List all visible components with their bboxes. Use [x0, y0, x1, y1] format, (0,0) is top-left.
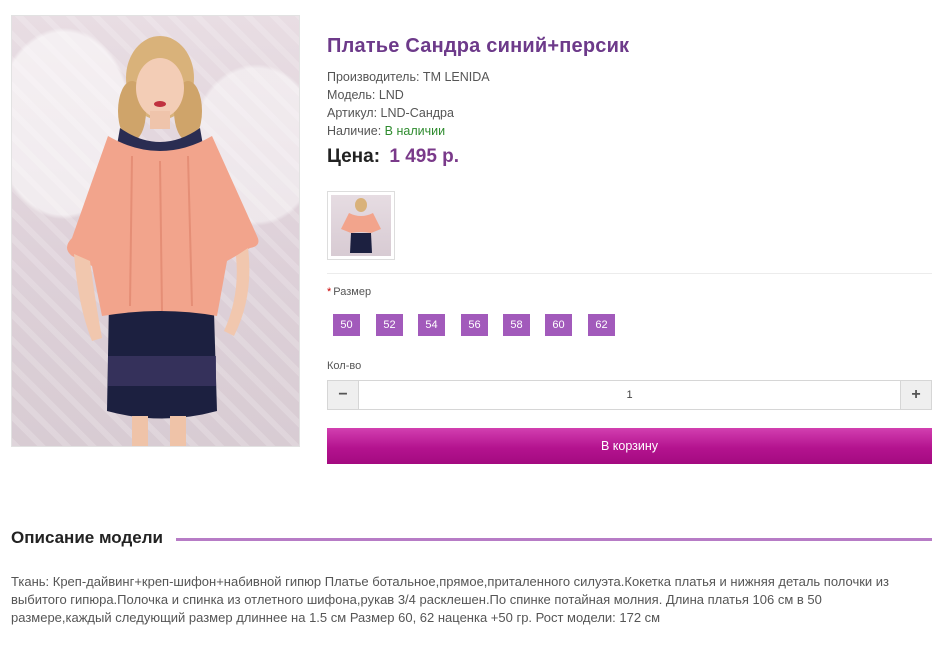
description-heading-rule: [176, 538, 932, 541]
size-label-text: Размер: [333, 286, 372, 298]
manufacturer-line: Производитель: ТМ LENIDA: [327, 70, 490, 84]
availability-line: Наличие: В наличии: [327, 122, 490, 140]
size-option-56[interactable]: 56: [461, 314, 488, 336]
model-in-dress-illustration: [67, 36, 259, 446]
thumbnail-image: [331, 195, 391, 256]
price-row: Цена: 1 495 р.: [327, 146, 459, 168]
article-line: Артикул: LND-Сандра: [327, 106, 454, 120]
quantity-decrease-button[interactable]: −: [328, 381, 359, 409]
product-title: Платье Сандра синий+персик: [327, 35, 630, 57]
model-line: Модель: LND: [327, 88, 404, 102]
product-thumbnail[interactable]: [327, 191, 395, 260]
size-option-52[interactable]: 52: [376, 314, 403, 336]
product-meta: Производитель: ТМ LENIDA Модель: LND Арт…: [327, 68, 490, 140]
size-label: * Размер: [327, 286, 371, 298]
size-option-60[interactable]: 60: [545, 314, 572, 336]
quantity-label: Кол-во: [327, 360, 362, 372]
size-option-58[interactable]: 58: [503, 314, 530, 336]
price-value: 1 495 р.: [389, 146, 460, 167]
availability-value: В наличии: [384, 124, 446, 138]
thumbnail-illustration: [341, 198, 381, 253]
quantity-increase-button[interactable]: +: [900, 381, 931, 409]
section-divider: [327, 273, 932, 274]
description-text: Ткань: Креп-дайвинг+креп-шифон+набивной …: [11, 574, 890, 625]
size-option-54[interactable]: 54: [418, 314, 445, 336]
size-option-50[interactable]: 50: [333, 314, 360, 336]
size-option-62[interactable]: 62: [588, 314, 615, 336]
required-mark: *: [327, 286, 332, 298]
quantity-input[interactable]: 1: [359, 381, 900, 409]
add-to-cart-button[interactable]: В корзину: [327, 428, 932, 464]
price-label: Цена:: [327, 146, 381, 167]
description-heading: Описание модели: [11, 528, 171, 548]
availability-label: Наличие:: [327, 124, 385, 138]
product-main-photo[interactable]: [11, 15, 300, 447]
quantity-stepper: − 1 +: [327, 380, 932, 410]
